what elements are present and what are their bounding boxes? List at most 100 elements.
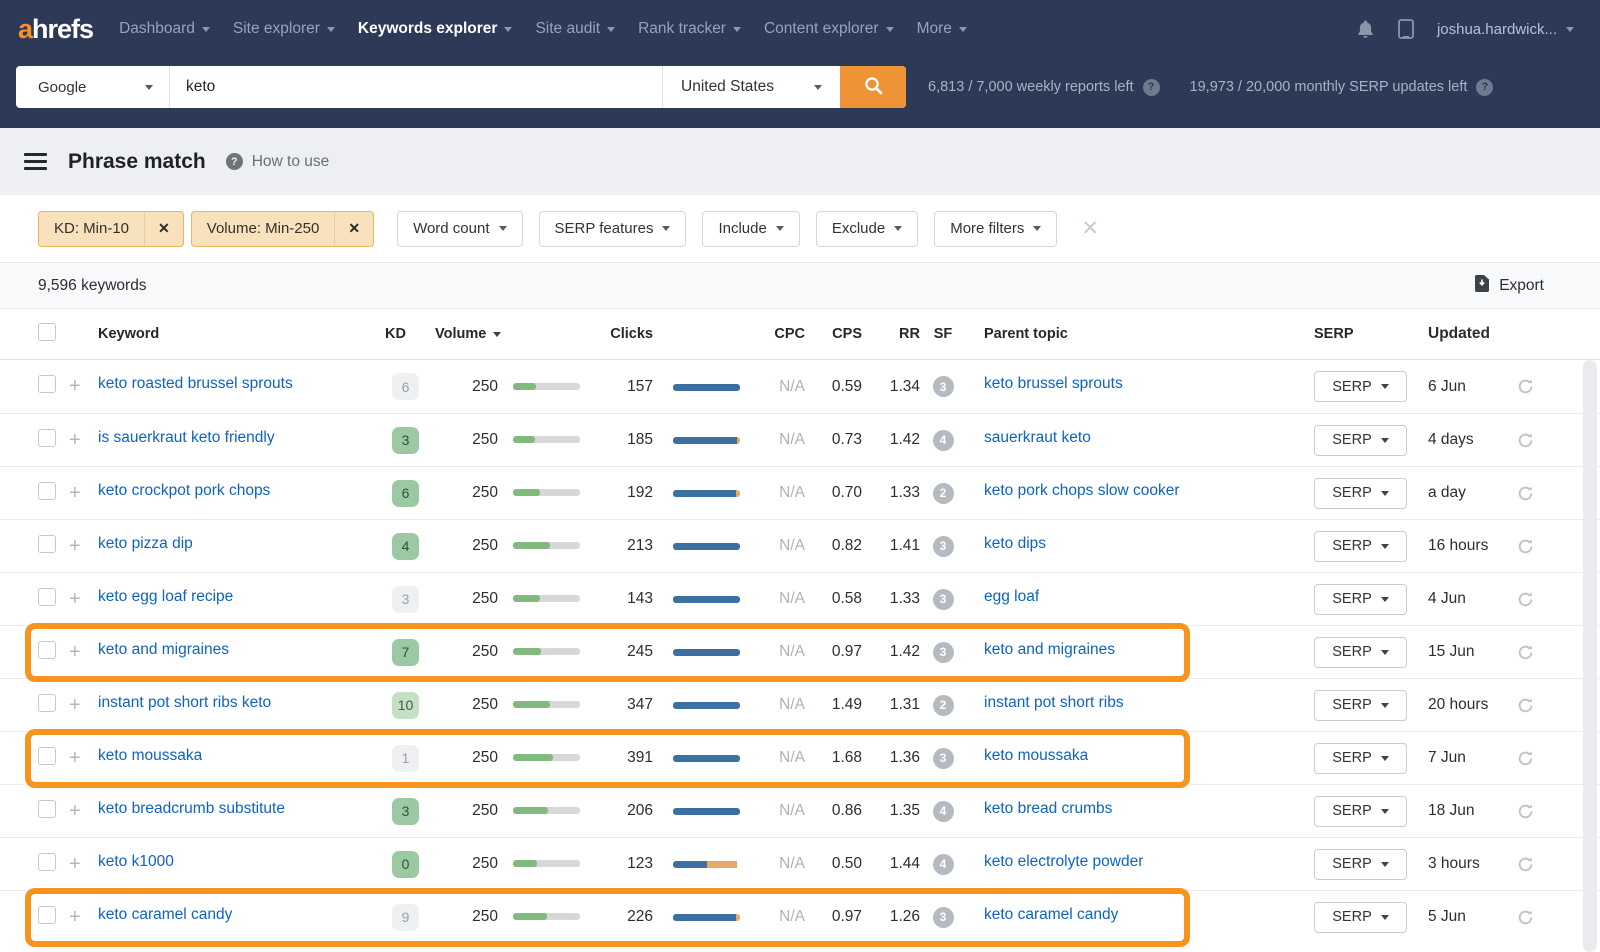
col-rr[interactable]: RR (862, 326, 920, 342)
plus-icon[interactable]: + (66, 641, 98, 664)
keyword-link[interactable]: keto roasted brussel sprouts (98, 375, 293, 393)
refresh-icon[interactable] (1503, 750, 1548, 767)
nav-item-more[interactable]: More (917, 20, 967, 38)
keyword-link[interactable]: keto moussaka (98, 747, 202, 765)
refresh-icon[interactable] (1503, 538, 1548, 555)
serp-dropdown-button[interactable]: SERP (1314, 478, 1407, 509)
serp-dropdown-button[interactable]: SERP (1314, 531, 1407, 562)
parent-topic-link[interactable]: instant pot short ribs (984, 694, 1124, 712)
row-checkbox[interactable] (38, 429, 56, 447)
parent-topic-link[interactable]: keto brussel sprouts (984, 375, 1123, 393)
refresh-icon[interactable] (1503, 432, 1548, 449)
keyword-link[interactable]: keto k1000 (98, 853, 174, 871)
row-checkbox[interactable] (38, 853, 56, 871)
nav-item-rank-tracker[interactable]: Rank tracker (638, 20, 741, 38)
row-checkbox[interactable] (38, 747, 56, 765)
refresh-icon[interactable] (1503, 803, 1548, 820)
serp-dropdown-button[interactable]: SERP (1314, 690, 1407, 721)
filter-dropdown-more-filters[interactable]: More filters (934, 211, 1057, 247)
refresh-icon[interactable] (1503, 591, 1548, 608)
refresh-icon[interactable] (1503, 378, 1548, 395)
parent-topic-link[interactable]: egg loaf (984, 588, 1039, 606)
keyword-link[interactable]: instant pot short ribs keto (98, 694, 271, 712)
refresh-icon[interactable] (1503, 856, 1548, 873)
nav-item-dashboard[interactable]: Dashboard (119, 20, 210, 38)
row-checkbox[interactable] (38, 800, 56, 818)
user-menu[interactable]: joshua.hardwick... (1437, 21, 1574, 38)
serp-dropdown-button[interactable]: SERP (1314, 849, 1407, 880)
row-checkbox[interactable] (38, 482, 56, 500)
col-cps[interactable]: CPS (805, 326, 862, 342)
serp-dropdown-button[interactable]: SERP (1314, 371, 1407, 402)
hamburger-icon[interactable] (24, 153, 47, 170)
parent-topic-link[interactable]: keto caramel candy (984, 906, 1118, 924)
row-checkbox[interactable] (38, 694, 56, 712)
row-checkbox[interactable] (38, 641, 56, 659)
keyword-link[interactable]: keto breadcrumb substitute (98, 800, 285, 818)
plus-icon[interactable]: + (66, 747, 98, 770)
how-to-use-link[interactable]: ? How to use (226, 153, 330, 171)
serp-dropdown-button[interactable]: SERP (1314, 796, 1407, 827)
question-circle-icon[interactable]: ? (1476, 79, 1493, 96)
parent-topic-link[interactable]: keto electrolyte powder (984, 853, 1143, 871)
row-checkbox[interactable] (38, 535, 56, 553)
serp-dropdown-button[interactable]: SERP (1314, 743, 1407, 774)
plus-icon[interactable]: + (66, 535, 98, 558)
vertical-scrollbar[interactable] (1583, 360, 1597, 952)
filter-dropdown-include[interactable]: Include (702, 211, 799, 247)
col-parent-topic[interactable]: Parent topic (966, 326, 1296, 342)
clear-filters-button[interactable]: ✕ (1081, 216, 1099, 241)
serp-dropdown-button[interactable]: SERP (1314, 902, 1407, 933)
parent-topic-link[interactable]: keto bread crumbs (984, 800, 1112, 818)
select-all-checkbox[interactable] (38, 323, 56, 341)
refresh-icon[interactable] (1503, 485, 1548, 502)
tablet-icon[interactable] (1396, 18, 1416, 40)
plus-icon[interactable]: + (66, 375, 98, 398)
col-volume-sort[interactable]: Volume (435, 326, 501, 342)
keyword-link[interactable]: keto pizza dip (98, 535, 193, 553)
keyword-link[interactable]: keto caramel candy (98, 906, 232, 924)
col-keyword[interactable]: Keyword (98, 326, 383, 342)
question-circle-icon[interactable]: ? (1143, 79, 1160, 96)
filter-dropdown-word-count[interactable]: Word count (397, 211, 522, 247)
keyword-search-input[interactable] (170, 66, 662, 108)
col-cpc[interactable]: CPC (740, 326, 805, 342)
x-icon[interactable]: ✕ (334, 212, 373, 246)
refresh-icon[interactable] (1503, 697, 1548, 714)
nav-item-site-explorer[interactable]: Site explorer (233, 20, 335, 38)
bell-icon[interactable] (1356, 19, 1375, 39)
col-kd[interactable]: KD (383, 326, 428, 342)
plus-icon[interactable]: + (66, 694, 98, 717)
country-select[interactable]: United States (662, 66, 840, 108)
row-checkbox[interactable] (38, 588, 56, 606)
filter-dropdown-serp-features[interactable]: SERP features (539, 211, 687, 247)
row-checkbox[interactable] (38, 375, 56, 393)
col-clicks[interactable]: Clicks (580, 326, 653, 342)
search-button[interactable] (840, 66, 906, 108)
plus-icon[interactable]: + (66, 588, 98, 611)
plus-icon[interactable]: + (66, 800, 98, 823)
keyword-link[interactable]: keto egg loaf recipe (98, 588, 233, 606)
plus-icon[interactable]: + (66, 906, 98, 929)
keyword-link[interactable]: is sauerkraut keto friendly (98, 429, 275, 447)
plus-icon[interactable]: + (66, 853, 98, 876)
export-button[interactable]: Export (1474, 274, 1544, 298)
x-icon[interactable]: ✕ (144, 212, 183, 246)
serp-dropdown-button[interactable]: SERP (1314, 637, 1407, 668)
col-sf[interactable]: SF (920, 326, 966, 342)
row-checkbox[interactable] (38, 906, 56, 924)
nav-item-keywords-explorer[interactable]: Keywords explorer (358, 20, 513, 38)
nav-item-site-audit[interactable]: Site audit (535, 20, 615, 38)
refresh-icon[interactable] (1503, 909, 1548, 926)
search-engine-select[interactable]: Google (16, 66, 170, 108)
serp-dropdown-button[interactable]: SERP (1314, 425, 1407, 456)
parent-topic-link[interactable]: sauerkraut keto (984, 429, 1091, 447)
parent-topic-link[interactable]: keto moussaka (984, 747, 1088, 765)
keyword-link[interactable]: keto and migraines (98, 641, 229, 659)
nav-item-content-explorer[interactable]: Content explorer (764, 20, 894, 38)
parent-topic-link[interactable]: keto pork chops slow cooker (984, 482, 1180, 500)
keyword-link[interactable]: keto crockpot pork chops (98, 482, 270, 500)
refresh-icon[interactable] (1503, 644, 1548, 661)
parent-topic-link[interactable]: keto and migraines (984, 641, 1115, 659)
plus-icon[interactable]: + (66, 482, 98, 505)
